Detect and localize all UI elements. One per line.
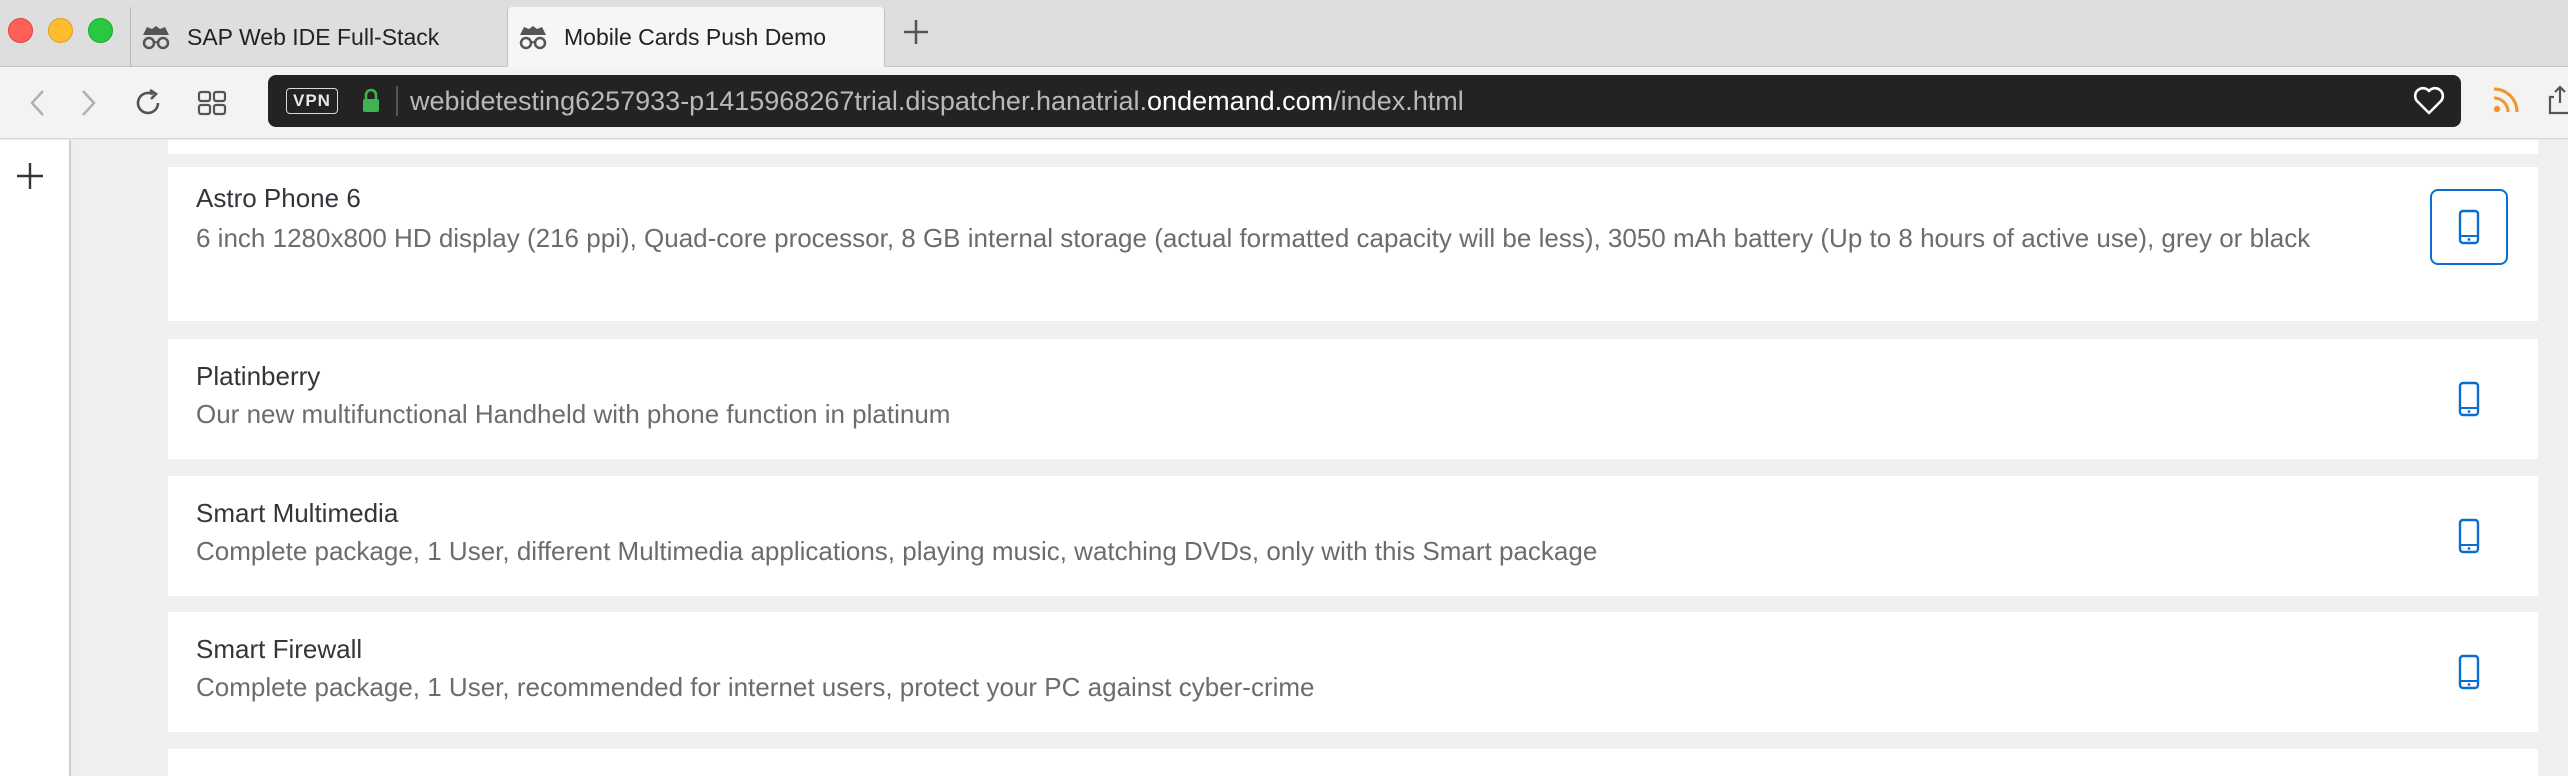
heart-icon[interactable] (2413, 86, 2445, 116)
url-text: webidetesting6257933-p1415968267trial.di… (409, 85, 1464, 116)
vpn-badge[interactable]: VPN (286, 88, 338, 114)
incognito-icon (516, 23, 550, 51)
lock-icon (360, 88, 382, 114)
back-button[interactable] (20, 85, 56, 121)
list-item-smart-firewall[interactable]: Smart Firewall Complete package, 1 User,… (168, 612, 2538, 732)
zoom-window-button[interactable] (88, 18, 113, 43)
add-button[interactable] (14, 160, 46, 192)
grid-icon (197, 90, 227, 116)
tab-mobile-cards-push-demo[interactable]: Mobile Cards Push Demo (507, 7, 885, 67)
product-description: Our new multifunctional Handheld with ph… (196, 399, 951, 429)
address-bar[interactable]: VPN webidetesting6257933-p1415968267tria… (268, 75, 2461, 127)
chevron-left-icon (30, 90, 44, 116)
tab-label: Mobile Cards Push Demo (564, 23, 827, 50)
product-name: Smart Multimedia (196, 498, 399, 528)
phone-icon (2458, 654, 2480, 690)
product-description: Complete package, 1 User, different Mult… (196, 536, 1598, 566)
product-description: 6 inch 1280x800 HD display (216 ppi), Qu… (196, 223, 2311, 253)
reload-button[interactable] (130, 85, 166, 121)
list-item-partial-bottom[interactable] (168, 749, 2538, 776)
product-name: Astro Phone 6 (196, 183, 361, 213)
product-description: Complete package, 1 User, recommended fo… (196, 672, 1315, 702)
rss-icon[interactable] (2491, 85, 2521, 115)
incognito-icon (139, 23, 173, 51)
push-card-button[interactable] (2430, 498, 2508, 574)
tab-overview-button[interactable] (194, 85, 230, 121)
app-side-bar (0, 140, 71, 776)
share-icon[interactable] (2548, 85, 2568, 115)
forward-button[interactable] (70, 85, 106, 121)
phone-icon (2458, 209, 2480, 245)
close-window-button[interactable] (8, 18, 33, 43)
minimize-window-button[interactable] (48, 18, 73, 43)
tab-label: SAP Web IDE Full-Stack (187, 23, 440, 50)
push-card-button[interactable] (2430, 189, 2508, 265)
list-item-smart-multimedia[interactable]: Smart Multimedia Complete package, 1 Use… (168, 476, 2538, 596)
tab-sap-web-ide[interactable]: SAP Web IDE Full-Stack (130, 7, 506, 67)
browser-toolbar: VPN webidetesting6257933-p1415968267tria… (0, 67, 2568, 139)
product-list: Astro Phone 6 6 inch 1280x800 HD display… (73, 140, 2568, 776)
product-name: Platinberry (196, 361, 321, 391)
product-name: Smart Firewall (196, 634, 363, 664)
new-tab-button[interactable] (900, 16, 932, 48)
phone-icon (2458, 518, 2480, 554)
reload-icon (136, 88, 160, 115)
phone-icon (2458, 381, 2480, 417)
chevron-right-icon (82, 90, 96, 116)
push-card-button[interactable] (2430, 361, 2508, 437)
browser-tab-bar: SAP Web IDE Full-Stack Mobile Cards Push… (0, 0, 2568, 67)
list-item-partial-top[interactable] (168, 140, 2538, 154)
list-item-astro-phone-6[interactable]: Astro Phone 6 6 inch 1280x800 HD display… (168, 167, 2538, 321)
plus-icon (17, 163, 43, 189)
push-card-button[interactable] (2430, 634, 2508, 710)
plus-icon (904, 20, 928, 44)
list-item-platinberry[interactable]: Platinberry Our new multifunctional Hand… (168, 339, 2538, 459)
